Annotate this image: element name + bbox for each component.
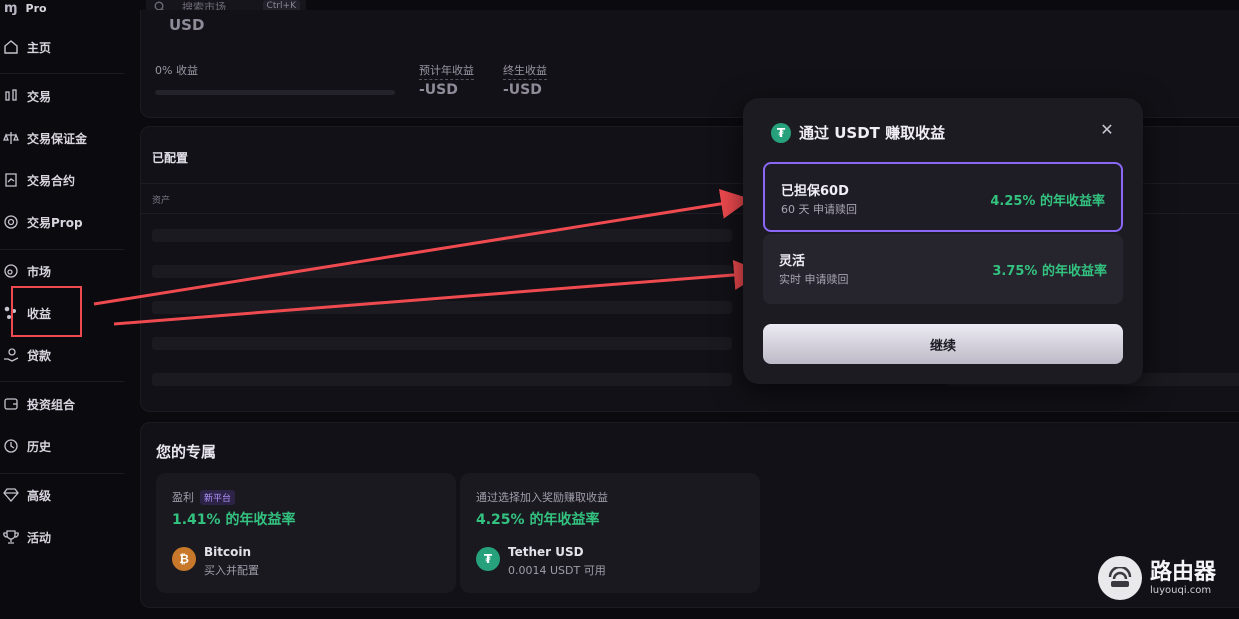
sidebar-item-label: 交易Prop — [27, 215, 83, 230]
loan-icon — [2, 346, 20, 364]
exclusive-card: 您的专属 盈利 新平台 1.41% 的年收益率 ₿ Bitcoin 买入并配置 … — [140, 422, 1239, 608]
close-icon[interactable]: ✕ — [1099, 122, 1115, 138]
sidebar-item-label: 高级 — [27, 488, 52, 503]
lifetime-earnings-value: -USD — [503, 82, 542, 98]
coin-name: Bitcoin — [204, 545, 252, 559]
history-icon — [2, 437, 20, 455]
wallet-icon — [2, 395, 20, 413]
sidebar-item-margin[interactable]: 交易保证金 — [0, 125, 124, 151]
sidebar-item-label: 历史 — [27, 439, 52, 454]
offer-card-bitcoin[interactable]: 盈利 新平台 1.41% 的年收益率 ₿ Bitcoin 买入并配置 — [156, 473, 456, 593]
modal-header: ₮ 通过 USDT 赚取收益 — [771, 122, 945, 143]
divider — [0, 381, 124, 382]
offer-label-row: 盈利 新平台 — [172, 489, 236, 505]
diamond-icon — [2, 486, 20, 504]
scale-icon — [2, 129, 20, 147]
offer-rate: 4.25% 的年收益率 — [476, 512, 600, 528]
sidebar-item-events[interactable]: 活动 — [0, 524, 124, 550]
option-sub: 实时 申请赎回 — [779, 273, 849, 286]
offer-label: 盈利 — [172, 491, 194, 504]
option-name: 灵活 — [779, 254, 806, 269]
sidebar-item-loans[interactable]: 贷款 — [0, 342, 124, 368]
skeleton-row — [152, 301, 732, 314]
option-name: 已担保60D — [781, 184, 849, 199]
earn-usdt-modal: ₮ 通过 USDT 赚取收益 ✕ 已担保60D 60 天 申请赎回 4.25% … — [743, 98, 1143, 384]
annual-earnings-label: 预计年收益 — [419, 62, 474, 80]
sidebar-item-label: 投资组合 — [27, 397, 76, 412]
contract-icon — [2, 171, 20, 189]
skeleton-row — [152, 265, 732, 278]
sidebar-item-label: 贷款 — [27, 348, 52, 363]
offer-label-row: 通过选择加入奖励赚取收益 — [476, 489, 608, 505]
divider — [0, 249, 124, 250]
sidebar-item-trade[interactable]: 交易 — [0, 83, 124, 109]
sidebar-item-label: 交易 — [27, 89, 52, 104]
sidebar-item-label: 交易合约 — [27, 173, 76, 188]
skeleton-row — [152, 337, 732, 350]
annotation-highlight-box — [11, 286, 82, 337]
option-sub: 60 天 申请赎回 — [781, 203, 857, 216]
tether-icon: ₮ — [771, 122, 791, 143]
watermark-main: 路由器 — [1150, 559, 1217, 585]
brand-logo[interactable]: ɱ Pro — [4, 0, 47, 16]
sidebar-item-home[interactable]: 主页 — [0, 34, 124, 60]
continue-button[interactable]: 继续 — [763, 324, 1123, 364]
candlestick-icon — [2, 87, 20, 105]
sidebar-item-label: 市场 — [27, 264, 52, 279]
divider — [0, 473, 124, 474]
modal-title: 通过 USDT 赚取收益 — [799, 124, 946, 142]
router-logo-icon — [1098, 556, 1142, 600]
option-rate: 4.25% 的年收益率 — [990, 194, 1105, 209]
earnings-progress-bar — [155, 90, 395, 95]
watermark-sub: luyouqi.com — [1150, 584, 1212, 596]
offer-rate: 1.41% 的年收益率 — [172, 512, 296, 528]
new-platform-badge: 新平台 — [200, 489, 236, 505]
sidebar-item-label: 交易保证金 — [27, 131, 88, 146]
watermark: 路由器 luyouqi.com — [1098, 556, 1216, 600]
option-fixed-60d[interactable]: 已担保60D 60 天 申请赎回 4.25% 的年收益率 — [763, 162, 1123, 232]
lifetime-earnings-label: 终生收益 — [503, 62, 547, 80]
offer-card-tether[interactable]: 通过选择加入奖励赚取收益 4.25% 的年收益率 ₮ Tether USD 0.… — [460, 473, 760, 593]
sidebar-item-markets[interactable]: 市场 — [0, 258, 124, 284]
home-icon — [2, 38, 20, 56]
sidebar-item-label: 主页 — [27, 40, 52, 55]
offer-label: 通过选择加入奖励赚取收益 — [476, 491, 608, 504]
total-value-cut: USD — [169, 18, 205, 30]
sidebar-item-history[interactable]: 历史 — [0, 433, 124, 459]
brand-label: Pro — [25, 1, 47, 15]
sidebar-item-prop[interactable]: 交易Prop — [0, 209, 124, 235]
coin-sub: 买入并配置 — [204, 564, 259, 577]
divider — [0, 73, 124, 74]
skeleton-row — [152, 229, 732, 242]
tether-icon: ₮ — [476, 547, 500, 571]
configured-title: 已配置 — [152, 151, 189, 165]
target-icon — [2, 213, 20, 231]
option-rate: 3.75% 的年收益率 — [992, 264, 1107, 279]
sidebar-item-futures[interactable]: 交易合约 — [0, 167, 124, 193]
app-root: ɱ Pro 主页 交易 交易保证金 交易合约 交易Prop 市场 收益 贷款 投… — [0, 0, 1239, 619]
skeleton-row — [152, 373, 732, 386]
coin-name: Tether USD — [508, 545, 584, 559]
sidebar-item-advanced[interactable]: 高级 — [0, 482, 124, 508]
progress-label: 0% 收益 — [155, 64, 198, 77]
sidebar-item-label: 活动 — [27, 530, 52, 545]
bitcoin-icon: ₿ — [172, 547, 196, 571]
column-header-asset: 资产 — [152, 196, 171, 206]
kraken-logo-icon: ɱ — [4, 0, 18, 16]
sidebar-item-portfolio[interactable]: 投资组合 — [0, 391, 124, 417]
trophy-icon — [2, 528, 20, 546]
option-flexible[interactable]: 灵活 实时 申请赎回 3.75% 的年收益率 — [763, 234, 1123, 304]
annual-earnings-value: -USD — [419, 82, 458, 98]
exclusive-title: 您的专属 — [156, 443, 217, 461]
market-icon — [2, 262, 20, 280]
watermark-text: 路由器 luyouqi.com — [1150, 559, 1217, 596]
coin-sub: 0.0014 USDT 可用 — [508, 564, 606, 577]
